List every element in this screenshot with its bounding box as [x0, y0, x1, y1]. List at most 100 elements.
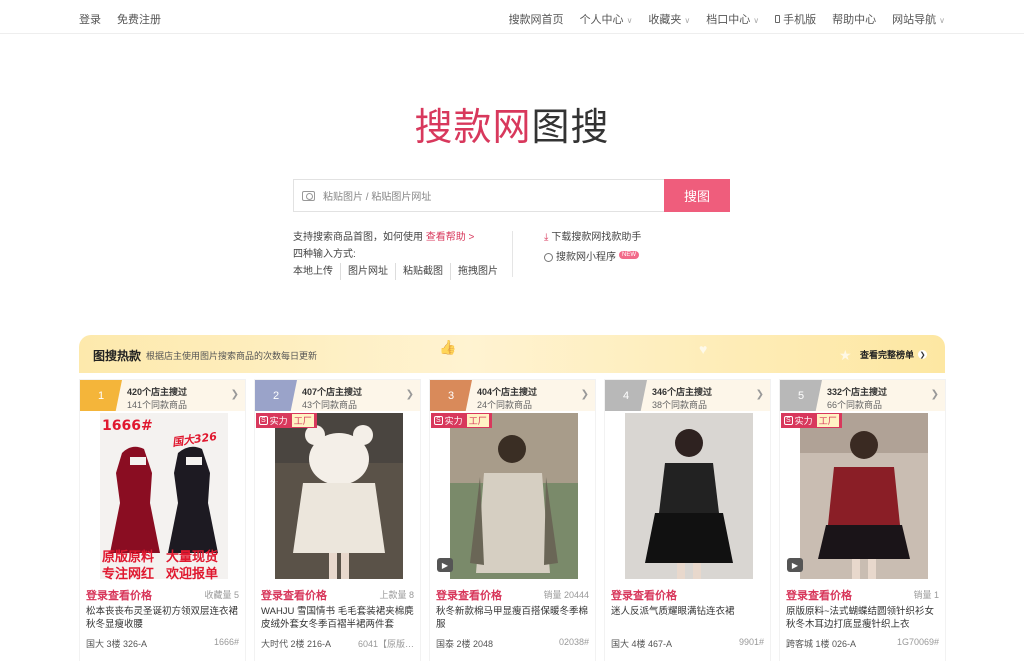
view-help-link[interactable]: 查看帮助 > [426, 232, 475, 243]
rank-bar[interactable]: 2 407个店主搜过 43个同款商品 ❯ [255, 380, 420, 411]
chevron-right-icon: ❯ [918, 350, 927, 359]
nav-mobile[interactable]: 手机版 [775, 11, 816, 27]
rank-badge: 1 [80, 380, 122, 411]
method-drag-image[interactable]: 拖拽图片 [450, 263, 505, 280]
rank-number: 1 [97, 389, 105, 402]
login-view-price-link[interactable]: 登录查看价格 [786, 587, 852, 603]
method-paste-screenshot[interactable]: 粘贴截图 [395, 263, 450, 280]
badge-factory-label: 工厂 [816, 414, 839, 427]
product-title[interactable]: 秋冬新款棉马甲显瘦百搭保暖冬季棉服 [436, 605, 591, 631]
nav-help-label: 帮助中心 [832, 14, 877, 26]
hot-items-subtitle: 根据店主使用图片搜索商品的次数每日更新 [146, 351, 318, 361]
chevron-right-icon: ❯ [580, 389, 589, 400]
store-search-count: 346个店主搜过 [652, 387, 713, 397]
method-image-url[interactable]: 图片网址 [340, 263, 395, 280]
rank-bar[interactable]: 5 332个店主搜过 66个同款商品 ❯ [780, 380, 945, 411]
video-icon[interactable]: ▶ [787, 558, 803, 572]
site-logo: 搜款网图搜 [0, 96, 1024, 151]
view-full-ranking-label: 查看完整榜单 [859, 350, 914, 360]
nav-stall-center[interactable]: 档口中心 ∨ [706, 11, 759, 27]
view-full-ranking-link[interactable]: 查看完整榜单 ❯ [860, 348, 927, 361]
product-card[interactable]: 1 420个店主搜过 141个同款商品 ❯ 登录查看价格 收藏量 5 松本丧丧布… [79, 379, 246, 661]
rank-bar[interactable]: 3 404个店主搜过 24个同款商品 ❯ [430, 380, 595, 411]
camera-icon[interactable] [302, 190, 315, 201]
chevron-down-icon: ∨ [684, 16, 691, 25]
rank-badge: 4 [605, 380, 647, 411]
same-items-count: 66个同款商品 [827, 400, 883, 410]
rank-badge: 2 [255, 380, 297, 411]
search-placeholder: 粘贴图片 / 粘贴图片网址 [323, 192, 432, 203]
rank-number: 5 [797, 389, 805, 402]
product-card[interactable]: 2 407个店主搜过 43个同款商品 ❯ S 实力 工厂 登录查看价格 上款量 8 … [254, 379, 421, 661]
login-view-price-link[interactable]: 登录查看价格 [611, 587, 677, 603]
download-helper-link[interactable]: ⤓ 下载搜款网找款助手 [544, 229, 641, 246]
product-card[interactable]: 4 346个店主搜过 38个同款商品 ❯ 登录查看价格 迷人反派气质耀眼满钻连衣… [604, 379, 771, 661]
chevron-right-icon: ❯ [405, 389, 414, 400]
product-stat: 上款量 8 [379, 590, 414, 600]
mini-program-link[interactable]: 搜款网小程序 NEW [544, 249, 641, 266]
stall-address[interactable]: 国大 4楼 467-A [611, 637, 672, 650]
product-image[interactable] [275, 413, 403, 579]
product-image[interactable] [800, 413, 928, 579]
same-items-count: 43个同款商品 [302, 400, 358, 410]
product-title[interactable]: 原版原料~法式蝴蝶结圆领针织衫女秋冬木耳边打底显瘦针织上衣 [786, 605, 941, 631]
product-title[interactable]: 松本丧丧布灵圣诞初方领双层连衣裙秋冬显瘦收腰 [86, 605, 241, 631]
rank-bar[interactable]: 1 420个店主搜过 141个同款商品 ❯ [80, 380, 245, 411]
strength-factory-badge: S 实力 工厂 [256, 413, 317, 428]
badge-factory-label: 工厂 [291, 414, 314, 427]
rank-bar[interactable]: 4 346个店主搜过 38个同款商品 ❯ [605, 380, 770, 411]
chevron-down-icon: ∨ [939, 16, 945, 25]
nav-favorites[interactable]: 收藏夹 ∨ [648, 11, 690, 27]
login-view-price-link[interactable]: 登录查看价格 [86, 587, 152, 603]
product-title[interactable]: 迷人反派气质耀眼满钻连衣裙 [611, 605, 766, 631]
top-nav-bar: 登录 免费注册 搜款网首页 个人中心 ∨ 收藏夹 ∨ 档口中心 ∨ 手机版 帮助中心 … [0, 0, 1024, 34]
product-image[interactable] [450, 413, 578, 579]
nav-sitemap-label: 网站导航 [892, 14, 937, 26]
image-search-input[interactable]: 粘贴图片 / 粘贴图片网址 [293, 179, 664, 212]
thumbs-up-decoration-icon: 👍 [439, 339, 457, 355]
phone-icon [775, 15, 781, 23]
help-text: 支持搜索商品首图，如何使用 [293, 232, 423, 243]
input-methods: 本地上传 图片网址 粘贴截图 拖拽图片 [293, 263, 505, 280]
shield-icon: S [784, 416, 793, 425]
new-badge: NEW [619, 250, 639, 259]
stall-address[interactable]: 大时代 2楼 216-A [261, 637, 331, 650]
nav-personal-center[interactable]: 个人中心 ∨ [580, 11, 633, 27]
product-card[interactable]: 3 404个店主搜过 24个同款商品 ❯ S 实力 工厂 ▶ 登录查看价格 销量 20… [429, 379, 596, 661]
download-icon: ⤓ [544, 232, 549, 243]
product-card[interactable]: 5 332个店主搜过 66个同款商品 ❯ S 实力 工厂 ▶ 登录查看价格 销量 1 … [779, 379, 946, 661]
search-help: 支持搜索商品首图，如何使用 查看帮助 > 四种输入方式: 本地上传 图片网址 粘… [293, 229, 505, 280]
video-icon[interactable]: ▶ [437, 558, 453, 572]
nav-site-map[interactable]: 网站导航 ∨ [892, 11, 945, 27]
shield-icon: S [259, 416, 268, 425]
product-code: 1666# [213, 637, 239, 647]
login-view-price-link[interactable]: 登录查看价格 [436, 587, 502, 603]
nav-help-center[interactable]: 帮助中心 [832, 11, 876, 27]
rank-badge: 5 [780, 380, 822, 411]
product-stat: 销量 20444 [543, 590, 589, 600]
chevron-down-icon: ∨ [753, 16, 760, 25]
stall-address[interactable]: 国大 3楼 326-A [86, 637, 147, 650]
product-image[interactable] [625, 413, 753, 579]
product-code: 1G70069# [896, 637, 939, 647]
register-link[interactable]: 免费注册 [117, 11, 161, 27]
method-local-upload[interactable]: 本地上传 [293, 263, 340, 280]
chevron-down-icon: ∨ [626, 16, 633, 25]
input-methods-label: 四种输入方式: [293, 249, 356, 260]
download-helper-label: 下载搜款网找款助手 [551, 232, 642, 243]
nav-stall-label: 档口中心 [706, 14, 751, 26]
chevron-right-icon: ❯ [930, 389, 939, 400]
store-search-count: 407个店主搜过 [302, 387, 363, 397]
strength-factory-badge: S 实力 工厂 [431, 413, 492, 428]
product-title[interactable]: WAHJU 雪国情书 毛毛套装裙夹棉麂皮绒外套女冬季百褶半裙两件套 [261, 605, 416, 631]
stall-address[interactable]: 跨客城 1楼 026-A [786, 637, 856, 650]
search-image-button[interactable]: 搜图 [664, 179, 730, 212]
badge-label: 实力 [444, 416, 463, 426]
login-view-price-link[interactable]: 登录查看价格 [261, 587, 327, 603]
stall-address[interactable]: 国泰 2楼 2048 [436, 637, 493, 650]
top-nav-right: 搜款网首页 个人中心 ∨ 收藏夹 ∨ 档口中心 ∨ 手机版 帮助中心 网站导航 ∨ [509, 11, 945, 27]
hot-items-title: 图搜热款 [93, 349, 142, 363]
nav-home-link[interactable]: 搜款网首页 [509, 11, 564, 27]
overlay-text: 专注网红 [102, 567, 155, 582]
login-link[interactable]: 登录 [79, 11, 101, 27]
